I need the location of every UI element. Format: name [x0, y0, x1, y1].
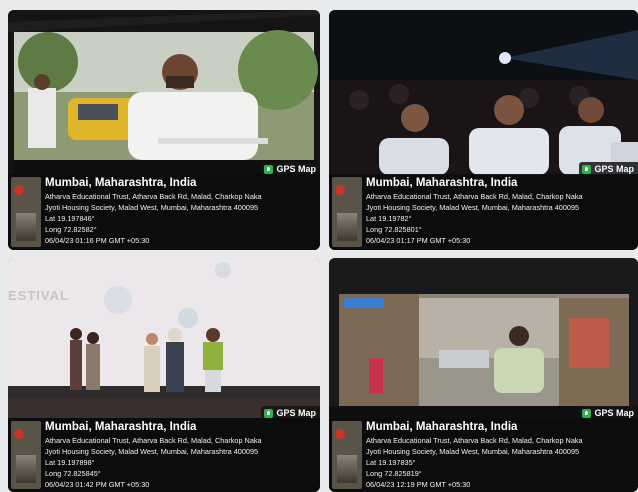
location-datetime: 06/04/23 12:19 PM GMT +05:30: [366, 480, 471, 489]
location-latitude: Lat 19.197898°: [45, 458, 95, 467]
photo-cinema-screen: [8, 10, 320, 175]
location-address-2: Jyoti Housing Society, Malad West, Mumba…: [45, 447, 259, 456]
map-pin-icon: [582, 408, 592, 418]
location-longitude: Long 72.825801°: [366, 225, 422, 234]
gps-map-label: GPS Map: [276, 408, 316, 418]
map-pin-icon: [264, 408, 274, 418]
map-thumbnail: [11, 177, 41, 247]
photo-tile-cinema-screen[interactable]: GPS Map Mumbai, Maharashtra, India Athar…: [8, 10, 320, 250]
location-longitude: Long 72.82582°: [45, 225, 97, 234]
location-latitude: Lat 19.19782°: [366, 214, 412, 223]
location-latitude: Lat 19.197835°: [366, 458, 416, 467]
location-stamp: Mumbai, Maharashtra, India Atharva Educa…: [8, 418, 320, 492]
map-thumbnail: [11, 421, 41, 489]
photo-audience: [329, 10, 638, 175]
photo-street-screen: [329, 258, 638, 418]
map-thumbnail: [332, 421, 362, 489]
location-address-2: Jyoti Housing Society, Malad West, Mumba…: [366, 203, 580, 212]
location-address-1: Atharva Educational Trust, Atharva Back …: [366, 192, 583, 201]
backdrop-text: ESTIVAL: [8, 288, 69, 303]
location-stamp: Mumbai, Maharashtra, India Atharva Educa…: [329, 174, 638, 250]
location-city: Mumbai, Maharashtra, India: [45, 177, 197, 189]
location-city: Mumbai, Maharashtra, India: [366, 421, 518, 433]
map-pin-icon: [582, 164, 592, 174]
photo-tile-audience[interactable]: GPS Map Mumbai, Maharashtra, India Athar…: [329, 10, 638, 250]
location-city: Mumbai, Maharashtra, India: [366, 177, 518, 189]
location-address-2: Jyoti Housing Society, Malad West, Mumba…: [366, 447, 580, 456]
location-address-1: Atharva Educational Trust, Atharva Back …: [366, 436, 583, 445]
photo-stage: ESTIVAL: [8, 258, 320, 418]
location-city: Mumbai, Maharashtra, India: [45, 421, 197, 433]
gps-map-label: GPS Map: [276, 164, 316, 174]
location-longitude: Long 72.825845°: [45, 469, 101, 478]
location-datetime: 06/04/23 01:16 PM GMT +05:30: [45, 236, 150, 245]
location-longitude: Long 72.825819°: [366, 469, 422, 478]
map-pin-icon: [264, 164, 274, 174]
photo-tile-stage[interactable]: ESTIVAL GPS Map Mumbai, Maharashtra, Ind…: [8, 258, 320, 492]
location-datetime: 06/04/23 01:42 PM GMT +05:30: [45, 480, 150, 489]
gps-map-label: GPS Map: [594, 408, 634, 418]
gps-map-label: GPS Map: [594, 164, 634, 174]
location-address-2: Jyoti Housing Society, Malad West, Mumba…: [45, 203, 259, 212]
location-address-1: Atharva Educational Trust, Atharva Back …: [45, 436, 262, 445]
location-stamp: Mumbai, Maharashtra, India Atharva Educa…: [329, 418, 638, 492]
location-datetime: 06/04/23 01:17 PM GMT +05:30: [366, 236, 471, 245]
location-stamp: Mumbai, Maharashtra, India Atharva Educa…: [8, 174, 320, 250]
location-address-1: Atharva Educational Trust, Atharva Back …: [45, 192, 262, 201]
photo-tile-street-screen[interactable]: GPS Map Mumbai, Maharashtra, India Athar…: [329, 258, 638, 492]
location-latitude: Lat 19.197846°: [45, 214, 95, 223]
map-thumbnail: [332, 177, 362, 247]
